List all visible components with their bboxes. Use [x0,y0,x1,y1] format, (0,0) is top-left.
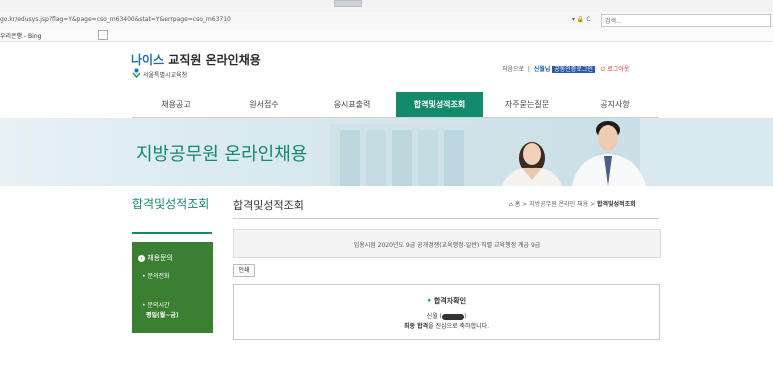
cert-login-badge[interactable]: 공동인증로그인 [552,66,595,73]
page-title: 합격및성적조회 [233,199,304,212]
logo-rest: 교직원 온라인채용 [164,53,261,67]
home-link[interactable]: 처음으로 [502,66,524,73]
banner-illustration [0,118,773,186]
browser-tab[interactable] [334,0,362,7]
utility-links: 처음으로 | 신월님 공동인증로그인 ⏻ 로그아웃 [502,66,630,73]
contact-hours-value: 평일(월~금) [146,312,179,319]
title-divider [233,218,659,219]
address-controls[interactable]: ▾ 🔒 C [572,16,591,23]
home-icon[interactable]: ⌂ [509,201,513,208]
hero-banner [0,118,773,186]
result-name-line: 신월 () [234,311,659,320]
result-message: 최종 합격을 진심으로 축하합니다. [234,321,659,330]
redacted-id [441,313,464,320]
site-logo[interactable]: 나이스 교직원 온라인채용 [131,51,261,68]
logo-subtitle: 서울특별시교육청 [143,72,188,79]
nav-recruit-notice[interactable]: 채용공고 [132,92,220,117]
breadcrumb-current: 합격및성적조회 [596,201,636,208]
result-message-bold: 최종 합격 [403,323,429,330]
result-heading-label: 합격자확인 [433,297,467,305]
url-text[interactable]: go.kr/edusys.jsp?flag=Y&page=cso_m63400&… [0,16,231,23]
search-placeholder: 검색... [605,18,622,25]
main-nav: 채용공고 원서접수 응시표출력 합격및성적조회 자주묻는질문 공지사항 [132,92,659,118]
contact-hours-label: • 문의시간 [142,302,170,309]
left-title-divider [132,232,212,234]
left-menu-title: 합격및성적조회 [132,197,210,211]
logout-link[interactable]: ⏻ 로그아웃 [601,66,630,73]
new-tab-icon[interactable] [98,30,108,40]
nav-application[interactable]: 원서접수 [220,92,308,117]
arrow-circle-icon: › [138,255,145,262]
user-name: 신월님 [533,66,551,73]
print-button[interactable]: 인쇄 [233,264,255,277]
result-name-suffix: ) [463,313,467,320]
contact-phone-label: • 문의전화 [142,273,170,280]
result-box: • 합격자확인 신월 () 최종 합격을 진심으로 축하합니다. [233,284,660,340]
nav-exam-ticket[interactable]: 응시표출력 [308,92,396,117]
banner-title: 지방공무원 온라인채용 [136,144,308,165]
favorite-item-bing[interactable]: 우리은행 - Bing [0,31,41,40]
nav-results[interactable]: 합격및성적조회 [396,92,483,117]
favorites-bar: 우리은행 - Bing [0,29,773,42]
contact-heading-label: 채용문의 [147,254,173,262]
logo-prefix: 나이스 [131,53,165,67]
breadcrumb: ⌂ 홈 > 지방공무원 온라인 채용 > 합격및성적조회 [509,199,636,208]
result-message-rest: 을 진심으로 축하합니다. [428,323,490,330]
nav-notices[interactable]: 공지사항 [571,92,659,117]
bullet-icon: • [426,297,432,305]
logout-label: 로그아웃 [607,66,630,73]
result-name: 신월 ( [426,313,442,320]
exam-info-box: 임용시험 2020년도 9급 공개경쟁(교육행정-일반) 직렬 교육행정 계급 … [233,229,661,258]
breadcrumb-mid: > 지방공무원 온라인 채용 > [520,201,597,208]
browser-tab-strip [0,0,773,12]
contact-heading: › 채용문의 [138,253,173,263]
exam-info-text: 임용시험 2020년도 9급 공개경쟁(교육행정-일반) 직렬 교육행정 계급 … [353,242,541,249]
browser-search-input[interactable]: 검색... [601,14,771,27]
result-heading: • 합격자확인 [234,296,659,306]
education-office-emblem-icon [132,68,141,78]
nav-faq[interactable]: 자주묻는질문 [483,92,571,117]
